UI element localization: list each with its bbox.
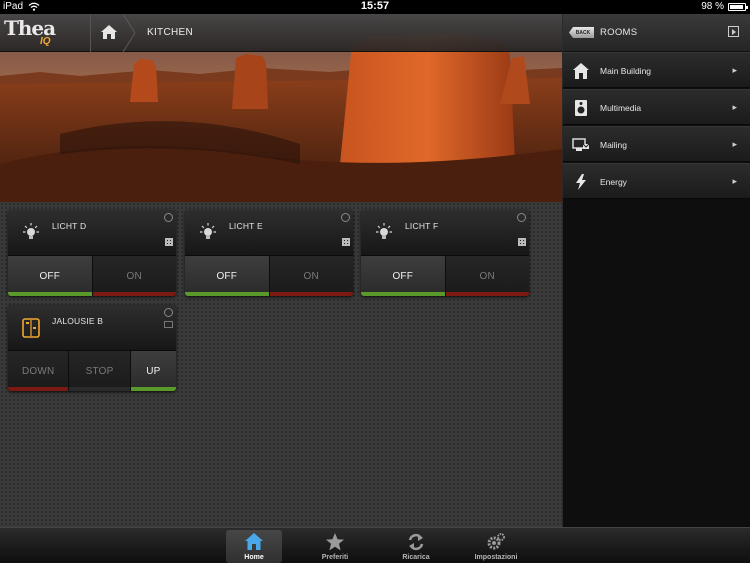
timer-icon[interactable] <box>164 308 173 317</box>
rooms-panel-title: ROOMS <box>600 27 638 38</box>
tab-ricarica[interactable]: Ricarica <box>388 530 444 563</box>
off-button[interactable]: OFF <box>185 256 270 296</box>
blind-icon <box>22 318 40 338</box>
device-tile-jalousie-b: JALOUSIE B DOWN STOP UP <box>8 305 176 391</box>
rooms-panel: BACK ROOMS Main Building ▸ Multimedia ▸ … <box>562 14 750 527</box>
tile-header: LICHT F <box>361 210 529 256</box>
grid-icon[interactable] <box>165 238 173 246</box>
home-icon <box>101 25 117 39</box>
room-item-mailing[interactable]: Mailing ▸ <box>563 126 750 162</box>
battery-icon <box>728 3 748 11</box>
device-tile-licht-e: LICHT E OFF ON <box>185 210 353 296</box>
room-label: Energy <box>600 177 627 187</box>
up-button[interactable]: UP <box>130 351 176 391</box>
breadcrumb-title: KITCHEN <box>147 27 193 38</box>
lightbulb-icon <box>200 223 216 239</box>
on-button[interactable]: ON <box>445 256 529 296</box>
tile-label: LICHT E <box>229 221 263 231</box>
timer-icon[interactable] <box>517 213 526 222</box>
timer-icon[interactable] <box>164 213 173 222</box>
building-icon <box>573 63 589 79</box>
device-tile-licht-d: LICHT D OFF ON <box>8 210 176 296</box>
home-icon <box>245 533 263 550</box>
chevron-right-icon: ▸ <box>732 65 737 75</box>
tile-header: LICHT D <box>8 210 176 256</box>
grid-icon[interactable] <box>518 238 526 246</box>
tab-home[interactable]: Home <box>226 530 282 563</box>
status-bar: iPad 15:57 98 % <box>0 0 750 14</box>
device-tile-licht-f: LICHT F OFF ON <box>361 210 529 296</box>
battery-percent: 98 % <box>701 1 724 12</box>
speaker-icon <box>575 100 587 116</box>
room-item-main-building[interactable]: Main Building ▸ <box>563 52 750 88</box>
tab-label: Preferiti <box>321 554 349 561</box>
back-button[interactable]: BACK <box>569 27 594 38</box>
on-button[interactable]: ON <box>269 256 353 296</box>
lightning-icon <box>576 174 586 190</box>
room-label: Mailing <box>600 140 627 150</box>
room-item-energy[interactable]: Energy ▸ <box>563 163 750 199</box>
main-area: Thea IQ KITCHEN LICHT D OFF ON LICHT E O… <box>0 14 562 527</box>
collapse-panel-icon[interactable] <box>728 26 739 37</box>
lightbulb-icon <box>23 223 39 239</box>
tile-label: JALOUSIE B <box>52 316 104 326</box>
tab-preferiti[interactable]: Preferiti <box>307 530 363 563</box>
lightbulb-icon <box>376 223 392 239</box>
room-item-multimedia[interactable]: Multimedia ▸ <box>563 89 750 125</box>
refresh-icon <box>408 533 424 551</box>
chevron-right-icon: ▸ <box>732 102 737 112</box>
off-button[interactable]: OFF <box>8 256 93 296</box>
room-label: Multimedia <box>600 103 642 113</box>
grid-icon[interactable] <box>342 238 350 246</box>
tile-label: LICHT D <box>52 221 87 231</box>
tile-header: JALOUSIE B <box>8 305 176 351</box>
tab-bar: Home Preferiti Ricarica Impostazioni <box>0 527 750 563</box>
timer-icon[interactable] <box>341 213 350 222</box>
breadcrumb-separator-icon <box>122 14 136 52</box>
tile-label: LICHT F <box>405 221 439 231</box>
chevron-right-icon: ▸ <box>732 176 737 186</box>
off-button[interactable]: OFF <box>361 256 446 296</box>
tab-label: Ricarica <box>402 554 430 561</box>
gears-icon <box>487 533 505 550</box>
rooms-panel-header: BACK ROOMS <box>563 14 750 52</box>
navigation-bar: Thea IQ KITCHEN <box>0 14 562 52</box>
tab-label: Home <box>244 554 264 561</box>
thea-iq-logo: Thea IQ <box>4 16 64 50</box>
down-button[interactable]: DOWN <box>8 351 70 391</box>
tile-header: LICHT E <box>185 210 353 256</box>
on-button[interactable]: ON <box>92 256 176 296</box>
clock: 15:57 <box>360 0 390 12</box>
stop-button[interactable]: STOP <box>69 351 131 391</box>
star-icon <box>326 533 344 551</box>
mail-icon[interactable] <box>164 321 173 328</box>
tab-label: Impostazioni <box>474 554 518 561</box>
mailing-icon <box>572 138 590 151</box>
logo-subtext: IQ <box>40 36 51 47</box>
chevron-right-icon: ▸ <box>732 139 737 149</box>
tab-impostazioni[interactable]: Impostazioni <box>468 530 524 563</box>
room-label: Main Building <box>600 66 652 76</box>
